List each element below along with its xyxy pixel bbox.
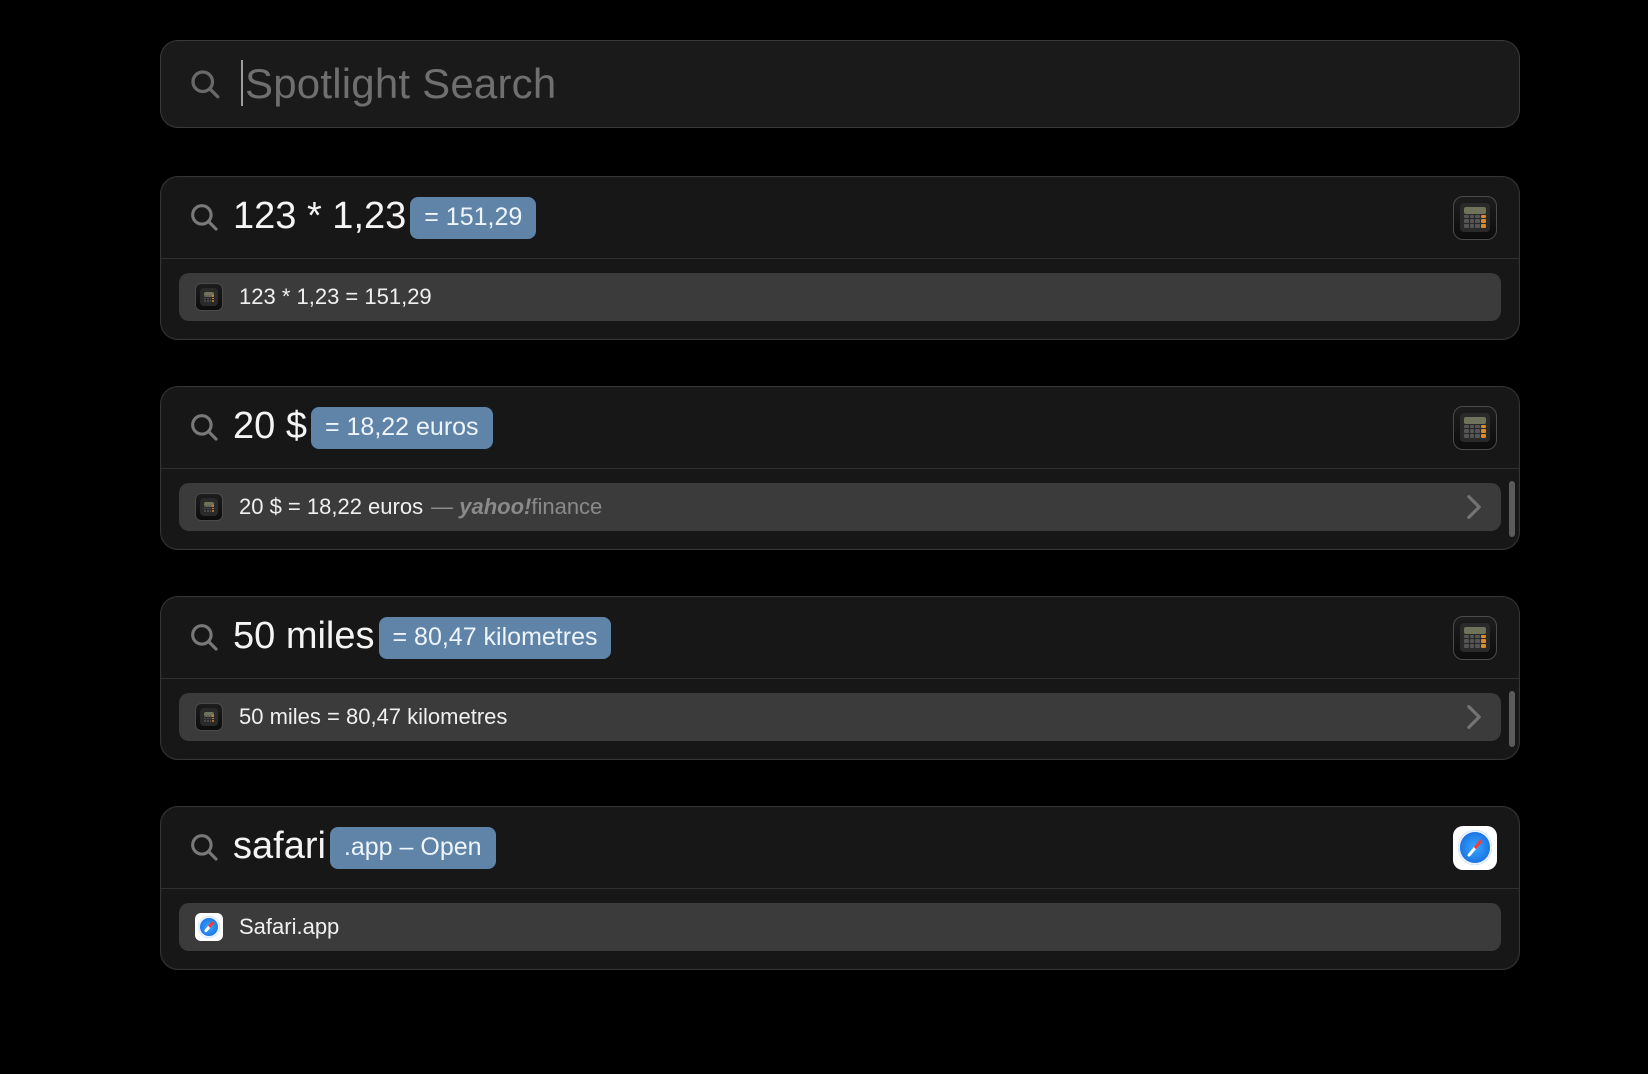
result-badge: = 151,29 (410, 197, 536, 239)
search-icon (187, 200, 221, 234)
calculator-icon (1453, 196, 1497, 240)
search-icon (187, 620, 221, 654)
panel-head[interactable]: safari.app – Open (161, 807, 1519, 888)
calculator-icon (1453, 616, 1497, 660)
scroll-indicator (1509, 691, 1515, 747)
spotlight-panel-currency: 20 $ = 18,22 euros 20 $ = 18,22 euros — … (160, 386, 1520, 550)
result-badge: = 80,47 kilometres (379, 617, 612, 659)
result-badge: .app – Open (330, 827, 496, 869)
spotlight-search-bar[interactable]: Spotlight Search (160, 40, 1520, 128)
search-icon (187, 66, 223, 102)
safari-icon (195, 913, 223, 941)
spotlight-panel-safari: safari.app – Open Safari.app (160, 806, 1520, 970)
result-text: 50 miles = 80,47 kilometres (239, 704, 507, 730)
chevron-right-icon (1465, 704, 1483, 730)
search-icon (187, 410, 221, 444)
safari-icon (1453, 826, 1497, 870)
calculator-icon (195, 283, 223, 311)
result-source: — yahoo!finance (431, 494, 602, 520)
panel-head[interactable]: 50 miles= 80,47 kilometres (161, 597, 1519, 678)
result-row[interactable]: 20 $ = 18,22 euros — yahoo!finance (179, 483, 1501, 531)
panel-head[interactable]: 20 $ = 18,22 euros (161, 387, 1519, 468)
search-query: 50 miles= 80,47 kilometres (233, 615, 611, 658)
search-query: safari.app – Open (233, 825, 496, 868)
chevron-right-icon (1465, 494, 1483, 520)
search-icon (187, 830, 221, 864)
panel-head[interactable]: 123 * 1,23= 151,29 (161, 177, 1519, 258)
result-text: Safari.app (239, 914, 339, 940)
search-query: 123 * 1,23= 151,29 (233, 195, 536, 238)
scroll-indicator (1509, 481, 1515, 537)
search-placeholder: Spotlight Search (241, 60, 556, 108)
result-row[interactable]: 50 miles = 80,47 kilometres (179, 693, 1501, 741)
result-text: 20 $ = 18,22 euros (239, 494, 423, 520)
calculator-icon (195, 703, 223, 731)
spotlight-panel-calc1: 123 * 1,23= 151,29 123 * 1,23 = 151,29 (160, 176, 1520, 340)
result-badge: = 18,22 euros (311, 407, 493, 449)
calculator-icon (195, 493, 223, 521)
result-row[interactable]: Safari.app (179, 903, 1501, 951)
search-query: 20 $ = 18,22 euros (233, 405, 493, 448)
calculator-icon (1453, 406, 1497, 450)
result-text: 123 * 1,23 = 151,29 (239, 284, 432, 310)
result-row[interactable]: 123 * 1,23 = 151,29 (179, 273, 1501, 321)
spotlight-panel-units: 50 miles= 80,47 kilometres 50 miles = 80… (160, 596, 1520, 760)
